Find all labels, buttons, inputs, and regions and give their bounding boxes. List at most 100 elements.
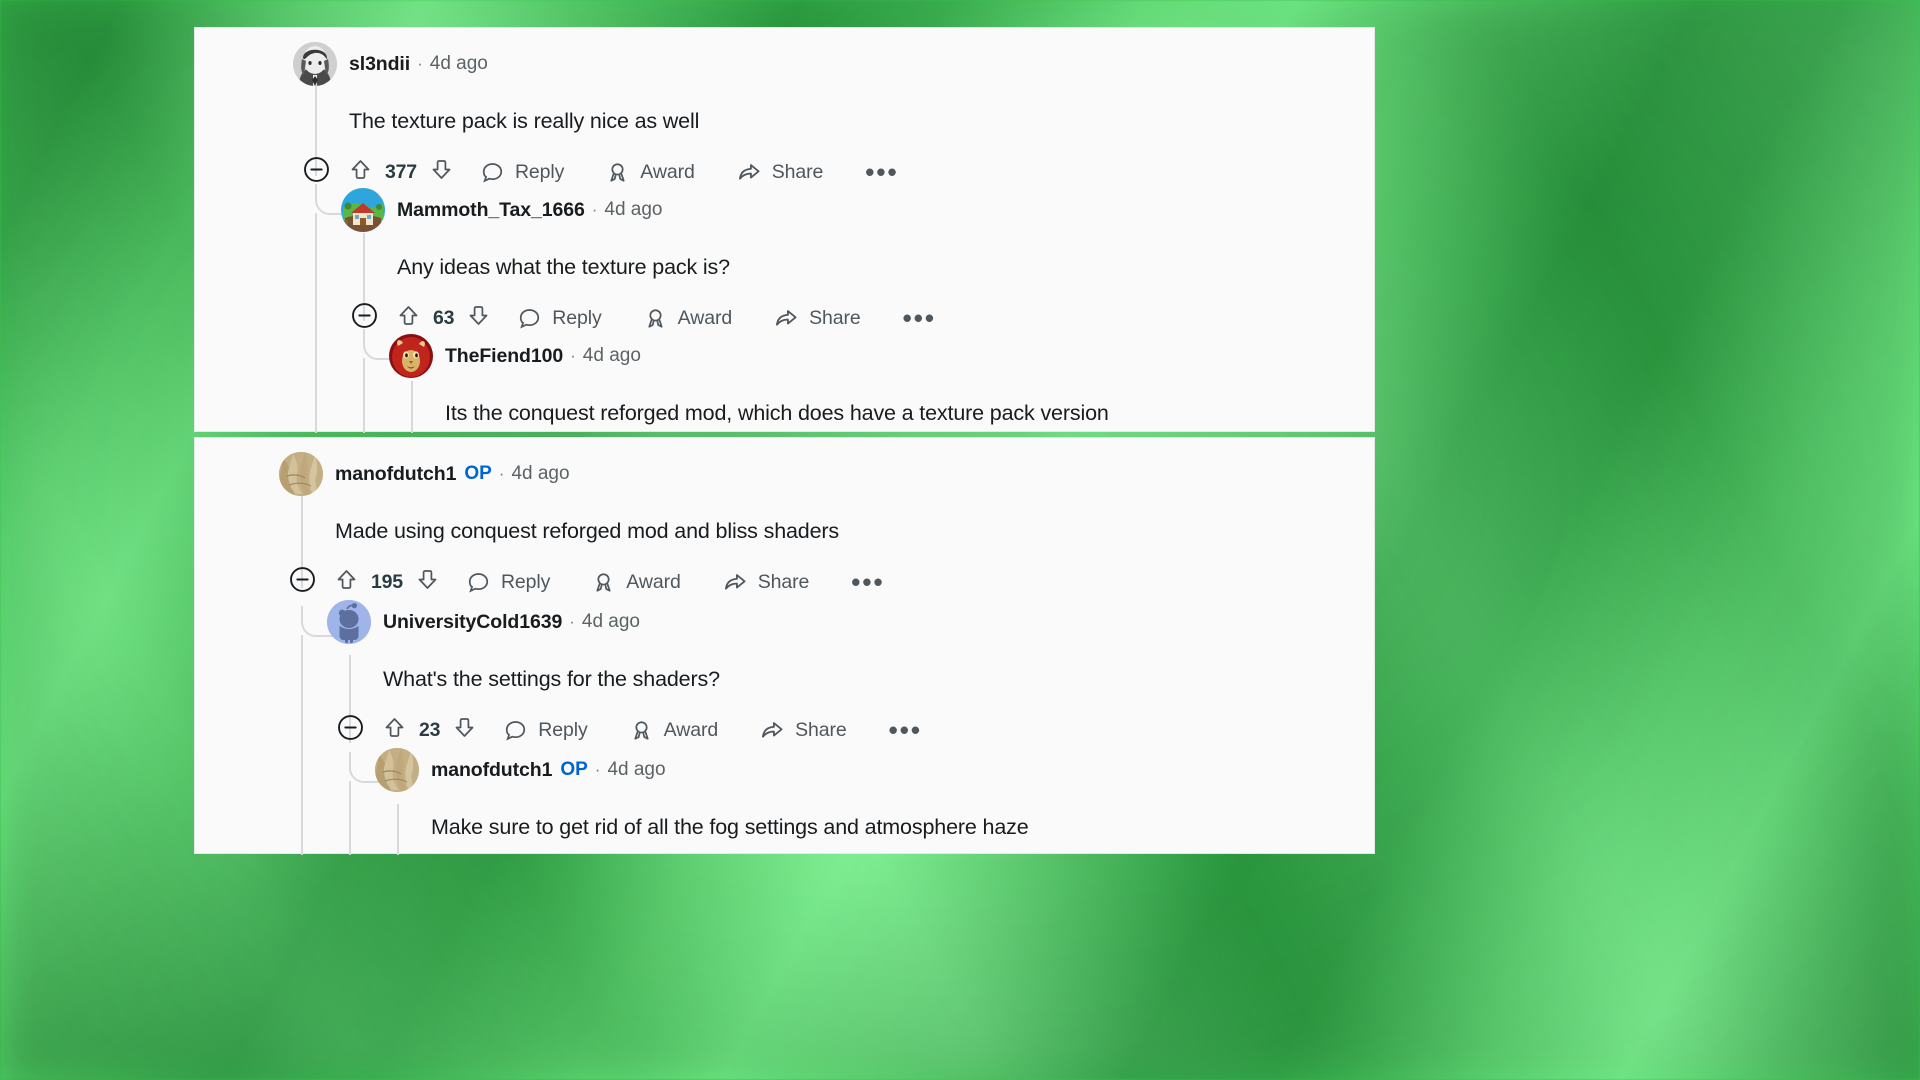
share-label: Share	[809, 306, 861, 329]
comment-timestamp: 4d ago	[429, 53, 488, 74]
collapse-icon[interactable]	[337, 714, 364, 746]
tan-stone-texture-avatar	[279, 452, 323, 496]
vote-group: 63	[397, 304, 490, 332]
downvote-arrow-icon[interactable]	[416, 568, 439, 596]
award-label: Award	[626, 570, 681, 593]
comment-header: UniversityCold1639 · 4d ago	[327, 600, 1347, 644]
thread-line-depth1-lower[interactable]	[349, 781, 351, 855]
vote-count: 377	[385, 160, 417, 183]
comment-timestamp: 4d ago	[607, 759, 666, 780]
collapse-icon[interactable]	[289, 566, 316, 598]
comment-body: The texture pack is really nice as well	[349, 109, 700, 133]
reply-button[interactable]: Reply	[467, 571, 550, 594]
comment-header: manofdutch1 OP · 4d ago	[279, 452, 1349, 496]
tan-stone-texture-avatar	[375, 748, 419, 792]
comment-sl3ndii: sl3ndii · 4d ago The texture pack is rea…	[293, 42, 1353, 189]
comment-body: What's the settings for the shaders?	[383, 667, 720, 691]
vote-count: 63	[433, 306, 455, 329]
share-button[interactable]: Share	[723, 570, 810, 594]
award-button[interactable]: Award	[592, 570, 681, 594]
thread-line-depth0-lower[interactable]	[315, 213, 317, 433]
share-button[interactable]: Share	[737, 160, 824, 184]
more-options-icon[interactable]: •••	[851, 569, 884, 595]
comment-username[interactable]: UniversityCold1639	[383, 611, 562, 634]
comment-header: Mammoth_Tax_1666 · 4d ago	[341, 188, 1351, 232]
collapse-icon[interactable]	[303, 156, 330, 188]
comment-header: sl3ndii · 4d ago	[293, 42, 1353, 86]
more-options-icon[interactable]: •••	[903, 305, 936, 331]
more-options-icon[interactable]: •••	[889, 717, 922, 743]
comment-username[interactable]: manofdutch1	[335, 463, 456, 486]
vote-group: 377	[349, 158, 453, 186]
reply-label: Reply	[552, 306, 602, 329]
share-label: Share	[771, 160, 824, 183]
comment-body: Any ideas what the texture pack is?	[397, 255, 730, 279]
share-button[interactable]: Share	[774, 306, 861, 330]
avatar[interactable]	[279, 452, 323, 496]
share-label: Share	[757, 570, 810, 593]
comment-header: TheFiend100 · 4d ago	[389, 334, 1349, 378]
share-button[interactable]: Share	[760, 718, 847, 742]
separator-dot: ·	[591, 200, 598, 219]
comment-timestamp: 4d ago	[581, 611, 640, 632]
avatar[interactable]	[389, 334, 433, 378]
upvote-arrow-icon[interactable]	[349, 158, 372, 186]
reply-label: Reply	[500, 570, 551, 593]
comment-action-bar: 195 Reply Award Share •••	[289, 565, 1349, 599]
comment-timestamp: 4d ago	[582, 345, 641, 366]
comment-username[interactable]: Mammoth_Tax_1666	[397, 199, 585, 222]
reply-label: Reply	[514, 160, 565, 183]
op-badge: OP	[560, 759, 588, 780]
comment-card-top: sl3ndii · 4d ago The texture pack is rea…	[194, 27, 1375, 433]
comment-manofdutch1-top: manofdutch1 OP · 4d ago Made using conqu…	[279, 452, 1349, 599]
reply-button[interactable]: Reply	[518, 306, 602, 330]
share-label: Share	[795, 718, 847, 741]
reply-button[interactable]: Reply	[504, 719, 588, 742]
comment-body: Made using conquest reforged mod and bli…	[335, 519, 840, 543]
comment-username[interactable]: TheFiend100	[445, 345, 563, 368]
award-button[interactable]: Award	[630, 719, 718, 742]
comment-timestamp: 4d ago	[604, 199, 663, 220]
comment-mammoth-tax-1666: Mammoth_Tax_1666 · 4d ago Any ideas what…	[341, 188, 1351, 335]
avatar[interactable]	[375, 748, 419, 792]
comment-universitycold1639: UniversityCold1639 · 4d ago What's the s…	[327, 600, 1347, 747]
more-options-icon[interactable]: •••	[865, 159, 898, 185]
avatar[interactable]	[341, 188, 385, 232]
upvote-arrow-icon[interactable]	[383, 716, 406, 744]
comment-header: manofdutch1 OP · 4d ago	[375, 748, 1345, 792]
red-creature-face-avatar	[389, 334, 433, 378]
comment-username[interactable]: manofdutch1	[431, 759, 552, 782]
award-button[interactable]: Award	[606, 160, 695, 184]
comment-manofdutch1-nested: manofdutch1 OP · 4d ago Make sure to get…	[375, 748, 1345, 842]
comment-username[interactable]: sl3ndii	[349, 53, 410, 76]
comment-body: Its the conquest reforged mod, which doe…	[445, 401, 1109, 425]
separator-dot: ·	[498, 464, 505, 483]
comment-timestamp: 4d ago	[511, 463, 570, 484]
thread-line-depth1-lower[interactable]	[363, 358, 365, 433]
vote-group: 195	[335, 568, 439, 596]
comment-card-bottom: manofdutch1 OP · 4d ago Made using conqu…	[194, 437, 1375, 855]
vote-group: 23	[383, 716, 476, 744]
avatar[interactable]	[293, 42, 337, 86]
reply-button[interactable]: Reply	[481, 161, 564, 184]
avatar[interactable]	[327, 600, 371, 644]
op-badge: OP	[464, 463, 492, 484]
award-label: Award	[640, 160, 695, 183]
upvote-arrow-icon[interactable]	[397, 304, 420, 332]
award-label: Award	[663, 718, 719, 741]
thread-line-depth0-lower[interactable]	[301, 635, 303, 855]
separator-dot: ·	[570, 346, 576, 365]
upvote-arrow-icon[interactable]	[335, 568, 358, 596]
separator-dot: ·	[417, 54, 423, 73]
downvote-arrow-icon[interactable]	[430, 158, 453, 186]
comment-body: Make sure to get rid of all the fog sett…	[431, 815, 1029, 839]
comment-action-bar: 63 Reply Award Share •••	[351, 301, 1351, 335]
downvote-arrow-icon[interactable]	[467, 304, 490, 332]
separator-dot: ·	[594, 760, 601, 779]
downvote-arrow-icon[interactable]	[453, 716, 476, 744]
vote-count: 195	[371, 570, 403, 593]
collapse-icon[interactable]	[351, 302, 378, 334]
comment-thefiend100: TheFiend100 · 4d ago Its the conquest re…	[389, 334, 1349, 428]
award-button[interactable]: Award	[644, 307, 732, 330]
separator-dot: ·	[569, 612, 575, 631]
